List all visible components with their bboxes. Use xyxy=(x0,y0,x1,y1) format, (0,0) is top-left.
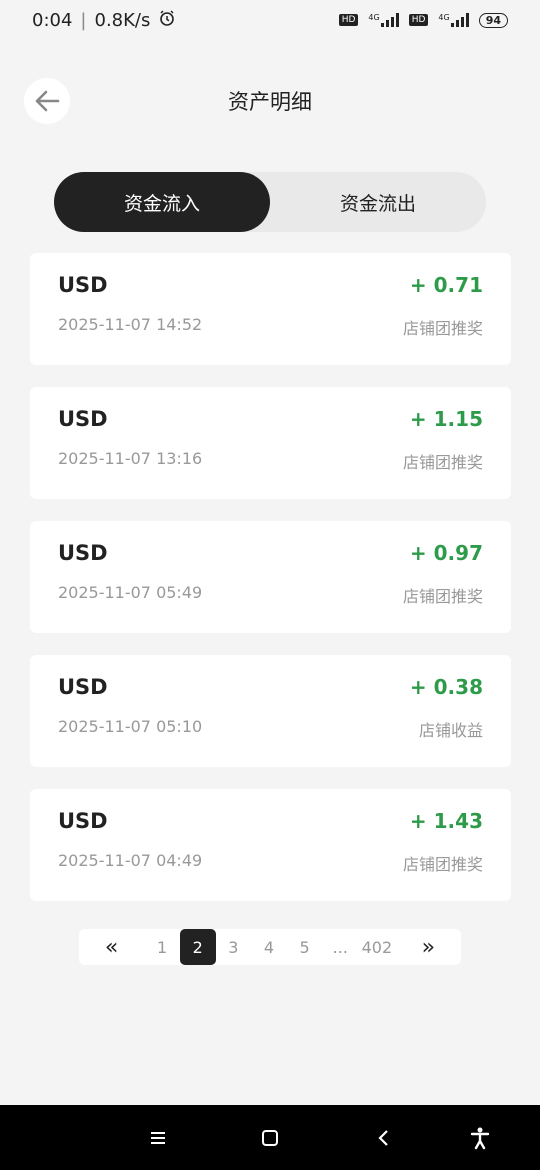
flow-tabs: 资金流入 资金流出 xyxy=(54,172,486,232)
battery-icon: 94 xyxy=(478,12,508,28)
record-currency: USD xyxy=(58,273,108,297)
status-divider: | xyxy=(80,9,87,31)
page-header: 资产明细 xyxy=(0,76,540,128)
record-amount: + 0.38 xyxy=(409,675,483,699)
record-type: 店铺团推奖 xyxy=(402,587,483,606)
record-time: 2025-11-07 05:10 xyxy=(58,717,203,736)
status-bar: 0:04 | 0.8K/s HD 4G HD 4G 94 xyxy=(0,0,540,40)
page-button-1[interactable]: 1 xyxy=(144,929,180,965)
record-currency: USD xyxy=(58,809,108,833)
record-amount: + 1.43 xyxy=(409,809,483,833)
signal-4g-icon: 4G xyxy=(368,13,399,27)
menu-icon[interactable] xyxy=(145,1125,171,1151)
pagination-next-button[interactable]: » xyxy=(396,929,461,965)
record-time: 2025-11-07 05:49 xyxy=(58,583,203,602)
system-nav-bar xyxy=(0,1105,540,1170)
network-label: 4G xyxy=(368,13,380,22)
record-item[interactable]: USD + 1.43 2025-11-07 04:49 店铺团推奖 xyxy=(30,789,511,901)
status-time: 0:04 xyxy=(32,9,73,31)
record-amount: + 0.97 xyxy=(409,541,483,565)
record-type: 店铺团推奖 xyxy=(402,855,483,874)
page-title: 资产明细 xyxy=(228,90,312,114)
pagination-prev-button[interactable]: « xyxy=(79,929,144,965)
record-list: USD + 0.71 2025-11-07 14:52 店铺团推奖 USD + … xyxy=(30,253,511,923)
status-left: 0:04 | 0.8K/s xyxy=(32,9,176,32)
page-button-2[interactable]: 2 xyxy=(179,929,216,965)
record-item[interactable]: USD + 0.71 2025-11-07 14:52 店铺团推奖 xyxy=(30,253,511,365)
hd-badge-2: HD xyxy=(408,14,429,26)
record-currency: USD xyxy=(58,675,108,699)
record-time: 2025-11-07 13:16 xyxy=(58,449,203,468)
alarm-icon xyxy=(158,9,176,32)
page-button-3[interactable]: 3 xyxy=(216,929,252,965)
page-ellipsis: ... xyxy=(332,937,348,957)
pagination: « 1 2 3 4 5 ... 402 » xyxy=(79,929,461,965)
page-button-last[interactable]: 402 xyxy=(358,929,396,965)
status-right: HD 4G HD 4G 94 xyxy=(338,12,508,28)
network-speed: 0.8K/s xyxy=(94,9,151,31)
record-time: 2025-11-07 04:49 xyxy=(58,851,203,870)
hd-badge: HD xyxy=(338,14,359,26)
record-item[interactable]: USD + 0.38 2025-11-07 05:10 店铺收益 xyxy=(30,655,511,767)
page-button-5[interactable]: 5 xyxy=(287,929,323,965)
record-amount: + 1.15 xyxy=(409,407,483,431)
record-item[interactable]: USD + 1.15 2025-11-07 13:16 店铺团推奖 xyxy=(30,387,511,499)
record-type: 店铺团推奖 xyxy=(402,453,483,472)
record-item[interactable]: USD + 0.97 2025-11-07 05:49 店铺团推奖 xyxy=(30,521,511,633)
record-time: 2025-11-07 14:52 xyxy=(58,315,203,334)
record-amount: + 0.71 xyxy=(409,273,483,297)
back-nav-icon[interactable] xyxy=(371,1125,397,1151)
page-button-4[interactable]: 4 xyxy=(251,929,287,965)
tab-inflow[interactable]: 资金流入 xyxy=(54,172,270,232)
signal-4g-icon-2: 4G xyxy=(438,13,469,27)
record-type: 店铺团推奖 xyxy=(402,319,483,338)
accessibility-icon[interactable] xyxy=(467,1125,493,1151)
tab-outflow[interactable]: 资金流出 xyxy=(270,172,486,232)
record-currency: USD xyxy=(58,541,108,565)
network-label-2: 4G xyxy=(438,13,450,22)
record-currency: USD xyxy=(58,407,108,431)
record-type: 店铺收益 xyxy=(418,721,483,740)
home-icon[interactable] xyxy=(257,1125,283,1151)
